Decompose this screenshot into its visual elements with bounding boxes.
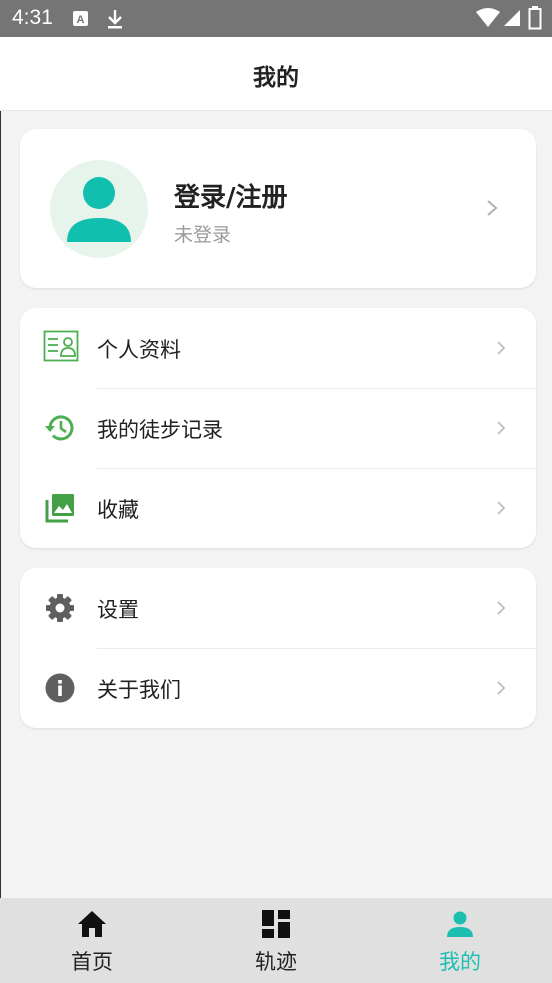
menu-item-about[interactable]: 关于我们 [20, 648, 536, 728]
app-bar: 我的 [0, 37, 552, 111]
menu-group-settings: 设置 关于我们 [20, 568, 536, 728]
menu-item-label: 关于我们 [97, 678, 181, 702]
battery-icon [528, 6, 542, 30]
window-edge [0, 37, 1, 983]
chevron-right-icon [497, 421, 506, 435]
bottom-tab-bar: 首页 轨迹 我的 [0, 898, 552, 983]
menu-item-label: 设置 [97, 598, 139, 622]
history-icon [45, 415, 74, 441]
login-status-text: 未登录 [174, 224, 232, 246]
menu-item-settings[interactable]: 设置 [20, 568, 536, 648]
gallery-icon [45, 494, 74, 523]
home-icon [78, 911, 106, 937]
status-bar: 4:31 A [0, 0, 552, 37]
page-title: 我的 [253, 65, 299, 91]
chevron-right-icon [497, 681, 506, 695]
tab-home[interactable]: 首页 [0, 898, 184, 983]
tab-mine[interactable]: 我的 [368, 898, 552, 983]
keyboard-notification-icon: A [73, 11, 88, 26]
tab-label: 首页 [71, 950, 113, 974]
menu-item-profile[interactable]: 个人资料 [20, 308, 536, 388]
wifi-icon [476, 8, 500, 27]
menu-item-label: 收藏 [97, 498, 139, 522]
chevron-right-icon [497, 601, 506, 615]
menu-item-label: 个人资料 [97, 338, 181, 362]
download-icon [108, 10, 122, 29]
chevron-right-icon [487, 200, 498, 216]
profile-card[interactable]: 登录/注册 未登录 [20, 129, 536, 288]
svg-text:A: A [77, 14, 85, 26]
menu-item-label: 我的徒步记录 [97, 418, 223, 442]
menu-group-profile: 个人资料 我的徒步记录 收藏 [20, 308, 536, 548]
dashboard-icon [262, 910, 290, 938]
avatar [50, 160, 148, 258]
status-time: 4:31 [12, 6, 53, 29]
info-icon [45, 673, 75, 703]
signal-icon [504, 10, 520, 26]
avatar-person-icon [67, 177, 131, 242]
login-register-text: 登录/注册 [174, 183, 288, 213]
tab-label: 轨迹 [255, 950, 297, 974]
id-card-icon [43, 330, 79, 362]
person-icon [447, 911, 473, 937]
menu-item-favorites[interactable]: 收藏 [20, 468, 536, 548]
menu-item-hiking-records[interactable]: 我的徒步记录 [20, 388, 536, 468]
chevron-right-icon [497, 341, 506, 355]
chevron-right-icon [497, 501, 506, 515]
tab-label: 我的 [439, 950, 481, 974]
tab-track[interactable]: 轨迹 [184, 898, 368, 983]
gear-icon [46, 594, 74, 622]
